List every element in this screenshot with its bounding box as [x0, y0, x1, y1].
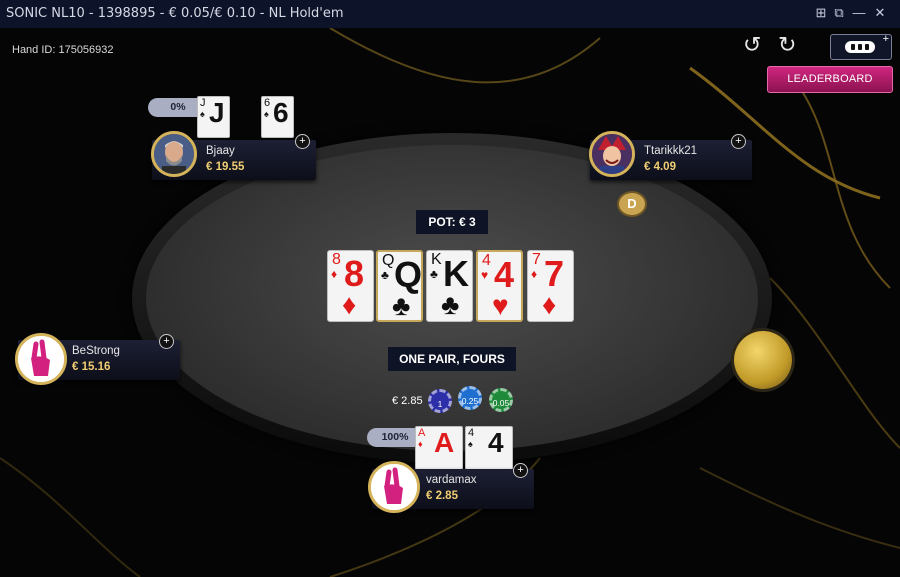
card-suit: ♠: [200, 109, 205, 119]
player-name: Ttarikkk21: [644, 145, 698, 157]
avatar-peace-hand-icon: [371, 464, 417, 510]
chip: 1: [428, 389, 452, 413]
card-rank: 4: [468, 427, 475, 439]
card-rank-large: 6: [273, 97, 289, 128]
card-suit-large: ♣: [441, 289, 460, 320]
tile-icon[interactable]: ⊞: [812, 4, 830, 22]
add-note-icon[interactable]: +: [731, 134, 746, 149]
chip: 0.25: [458, 386, 482, 410]
board-card: 8 ♦ 8 ♦: [327, 250, 374, 322]
card-suit: ♠: [468, 439, 473, 449]
action-button[interactable]: [734, 331, 792, 389]
avatar: [151, 131, 197, 177]
window-title: SONIC NL10 - 1398895 - € 0.05/€ 0.10 - N…: [6, 6, 344, 21]
avatar-jester-icon: [592, 134, 632, 174]
leaderboard-button[interactable]: LEADERBOARD: [767, 66, 893, 93]
title-bar: SONIC NL10 - 1398895 - € 0.05/€ 0.10 - N…: [0, 0, 900, 28]
player-stack: € 2.85: [426, 490, 458, 502]
card-rank-large: A: [434, 427, 455, 458]
player-name: BeStrong: [72, 345, 120, 357]
hole-card: J ♠ J: [197, 96, 230, 138]
card-suit: ♦: [331, 267, 338, 281]
chip: 0.05: [489, 388, 513, 412]
player-stack: € 4.09: [644, 161, 676, 173]
hand-rank-label: ONE PAIR, FOURS: [388, 347, 516, 371]
card-suit: ♦: [531, 267, 538, 281]
player-name: Bjaay: [206, 145, 235, 157]
hole-card: 4 ♠ 4: [465, 426, 513, 470]
card-rank-large: J: [209, 97, 225, 128]
card-suit: ♣: [381, 268, 389, 282]
add-note-icon[interactable]: +: [513, 463, 528, 478]
avatar: [15, 333, 67, 385]
redo-icon[interactable]: ↻: [778, 32, 796, 58]
avatar: [589, 131, 635, 177]
hole-card: A ♦ A: [415, 426, 463, 470]
card-rank-large: 4: [488, 427, 504, 458]
player-stack: € 19.55: [206, 161, 245, 173]
card-rank: A: [418, 427, 426, 439]
board-card: Q ♣ Q ♣: [376, 250, 423, 322]
plus-icon: +: [882, 33, 889, 45]
card-suit-large: ♥: [492, 290, 509, 321]
pot-label: POT: € 3: [416, 210, 488, 234]
chat-button[interactable]: +: [830, 33, 892, 60]
avatar-peace-hand-icon: [18, 336, 64, 382]
undo-icon[interactable]: ↺: [743, 32, 761, 58]
close-icon[interactable]: ✕: [871, 4, 889, 22]
player-stack: € 15.16: [72, 361, 111, 373]
board-card: 7 ♦ 7 ♦: [527, 250, 574, 322]
board-card: K ♣ K ♣: [426, 250, 473, 322]
restore-icon[interactable]: ⧉: [830, 4, 848, 22]
card-suit: ♣: [430, 267, 438, 281]
card-suit: ♦: [418, 439, 423, 449]
chat-bubble-icon: [845, 41, 875, 53]
card-suit-large: ♣: [392, 290, 411, 321]
card-rank: J: [200, 97, 206, 109]
dealer-button: D: [617, 191, 647, 217]
minimize-icon[interactable]: —: [850, 4, 868, 22]
card-suit: ♥: [481, 268, 489, 282]
card-suit-large: ♦: [342, 289, 357, 320]
hole-card: 6 ♠ 6: [261, 96, 294, 138]
avatar-bald-man-icon: [154, 134, 194, 174]
hand-id: Hand ID: 175056932: [12, 44, 114, 56]
bet-amount: € 2.85: [392, 395, 423, 407]
avatar: [368, 461, 420, 513]
board-card: 4 ♥ 4 ♥: [476, 250, 523, 322]
poker-table-area: Hand ID: 175056932 ↺ ↻ + LEADERBOARD POT…: [0, 28, 900, 577]
add-note-icon[interactable]: +: [295, 134, 310, 149]
player-name: vardamax: [426, 474, 477, 486]
card-suit: ♠: [264, 109, 269, 119]
add-note-icon[interactable]: +: [159, 334, 174, 349]
card-rank: 6: [264, 97, 271, 109]
card-suit-large: ♦: [542, 289, 557, 320]
